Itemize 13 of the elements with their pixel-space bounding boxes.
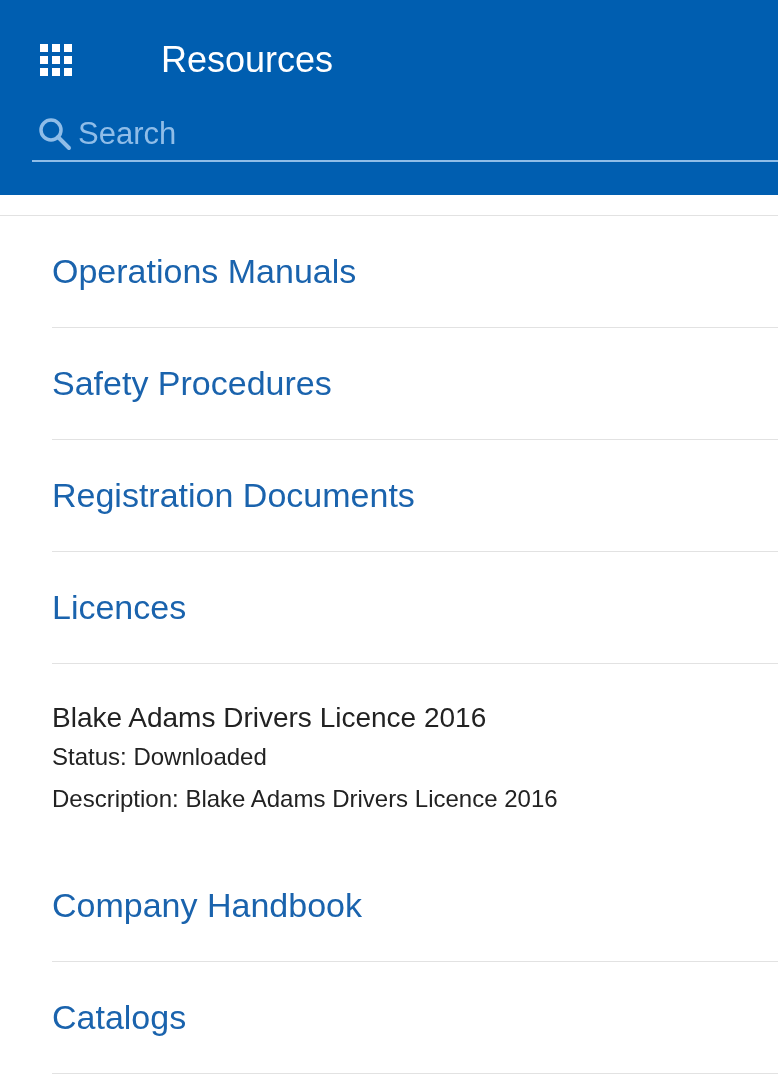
document-status: Status: Downloaded	[52, 742, 267, 772]
category-item[interactable]: Registration Documents	[52, 440, 778, 552]
document-title[interactable]: Blake Adams Drivers Licence 2016	[52, 700, 487, 736]
category-item[interactable]: Safety Procedures	[52, 328, 778, 440]
search-field[interactable]: Search	[78, 116, 778, 152]
app-grid-icon[interactable]	[40, 44, 72, 76]
category-item[interactable]: Catalogs	[52, 962, 778, 1074]
search-icon	[38, 117, 72, 151]
page-title: Resources	[161, 39, 334, 81]
category-item[interactable]: Licences	[52, 552, 778, 664]
category-item[interactable]: Operations Manuals	[52, 216, 778, 328]
category-item[interactable]: Company Handbook	[52, 850, 778, 962]
document-description: Description: Blake Adams Drivers Licence 2016	[52, 784, 558, 814]
